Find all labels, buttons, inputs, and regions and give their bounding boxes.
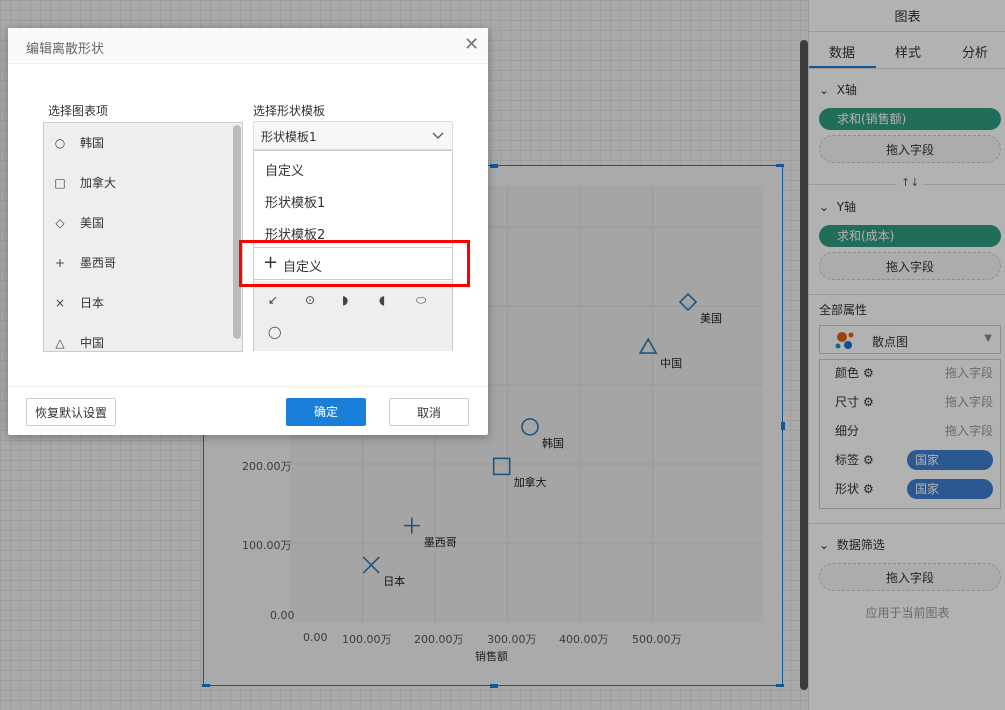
edit-shape-dialog: 编辑离散形状 ✕ 选择图表项 ○ 韩国 □ 加拿大 ◇ 美国 + 墨西哥 × 日本 △ 中国 选择形状… <box>8 28 488 435</box>
shape-icon: △ <box>55 336 65 350</box>
ok-button[interactable]: 确定 <box>286 398 366 426</box>
chart-item[interactable]: □ 加拿大 <box>44 163 234 203</box>
list-scrollbar[interactable] <box>233 125 241 339</box>
shape-option-icon[interactable]: ◗ <box>342 293 348 307</box>
left-label: 选择图表项 <box>48 104 109 118</box>
shape-icon: □ <box>54 176 66 190</box>
close-icon[interactable]: ✕ <box>464 34 479 55</box>
shape-icon: ○ <box>54 136 66 150</box>
chevron-down-icon <box>432 132 444 139</box>
cancel-button[interactable]: 取消 <box>389 398 469 426</box>
chart-item[interactable]: + 墨西哥 <box>44 243 234 283</box>
chart-item[interactable]: ○ 韩国 <box>44 123 234 163</box>
shape-option-icon[interactable]: ↙ <box>268 293 278 307</box>
dialog-title: 编辑离散形状 <box>26 42 105 57</box>
chart-item[interactable]: △ 中国 <box>44 323 234 351</box>
chart-item[interactable]: ◇ 美国 <box>44 203 234 243</box>
shape-grid: ↙ ⊙ ◗ ◖ ⬭ ◯ <box>254 281 452 351</box>
option-custom[interactable]: 自定义 <box>265 160 304 179</box>
shape-icon: ◇ <box>55 216 65 230</box>
chart-item-list: ○ 韩国 □ 加拿大 ◇ 美国 + 墨西哥 × 日本 △ 中国 <box>43 122 243 352</box>
shape-option-icon[interactable]: ◖ <box>379 293 385 307</box>
template-select[interactable]: 形状模板1 <box>253 121 453 150</box>
highlight-box <box>239 240 470 287</box>
shape-icon: + <box>54 256 66 270</box>
shape-option-icon[interactable]: ⊙ <box>305 293 315 307</box>
chart-item[interactable]: × 日本 <box>44 283 234 323</box>
shape-icon: × <box>54 296 66 310</box>
reset-defaults-button[interactable]: 恢复默认设置 <box>26 398 116 426</box>
shape-option-icon[interactable]: ◯ <box>268 325 281 339</box>
dialog-header: 编辑离散形状 ✕ <box>8 28 488 64</box>
option-template-1[interactable]: 形状模板1 <box>265 192 325 211</box>
right-label: 选择形状模板 <box>253 104 326 118</box>
shape-option-icon[interactable]: ⬭ <box>416 293 426 308</box>
